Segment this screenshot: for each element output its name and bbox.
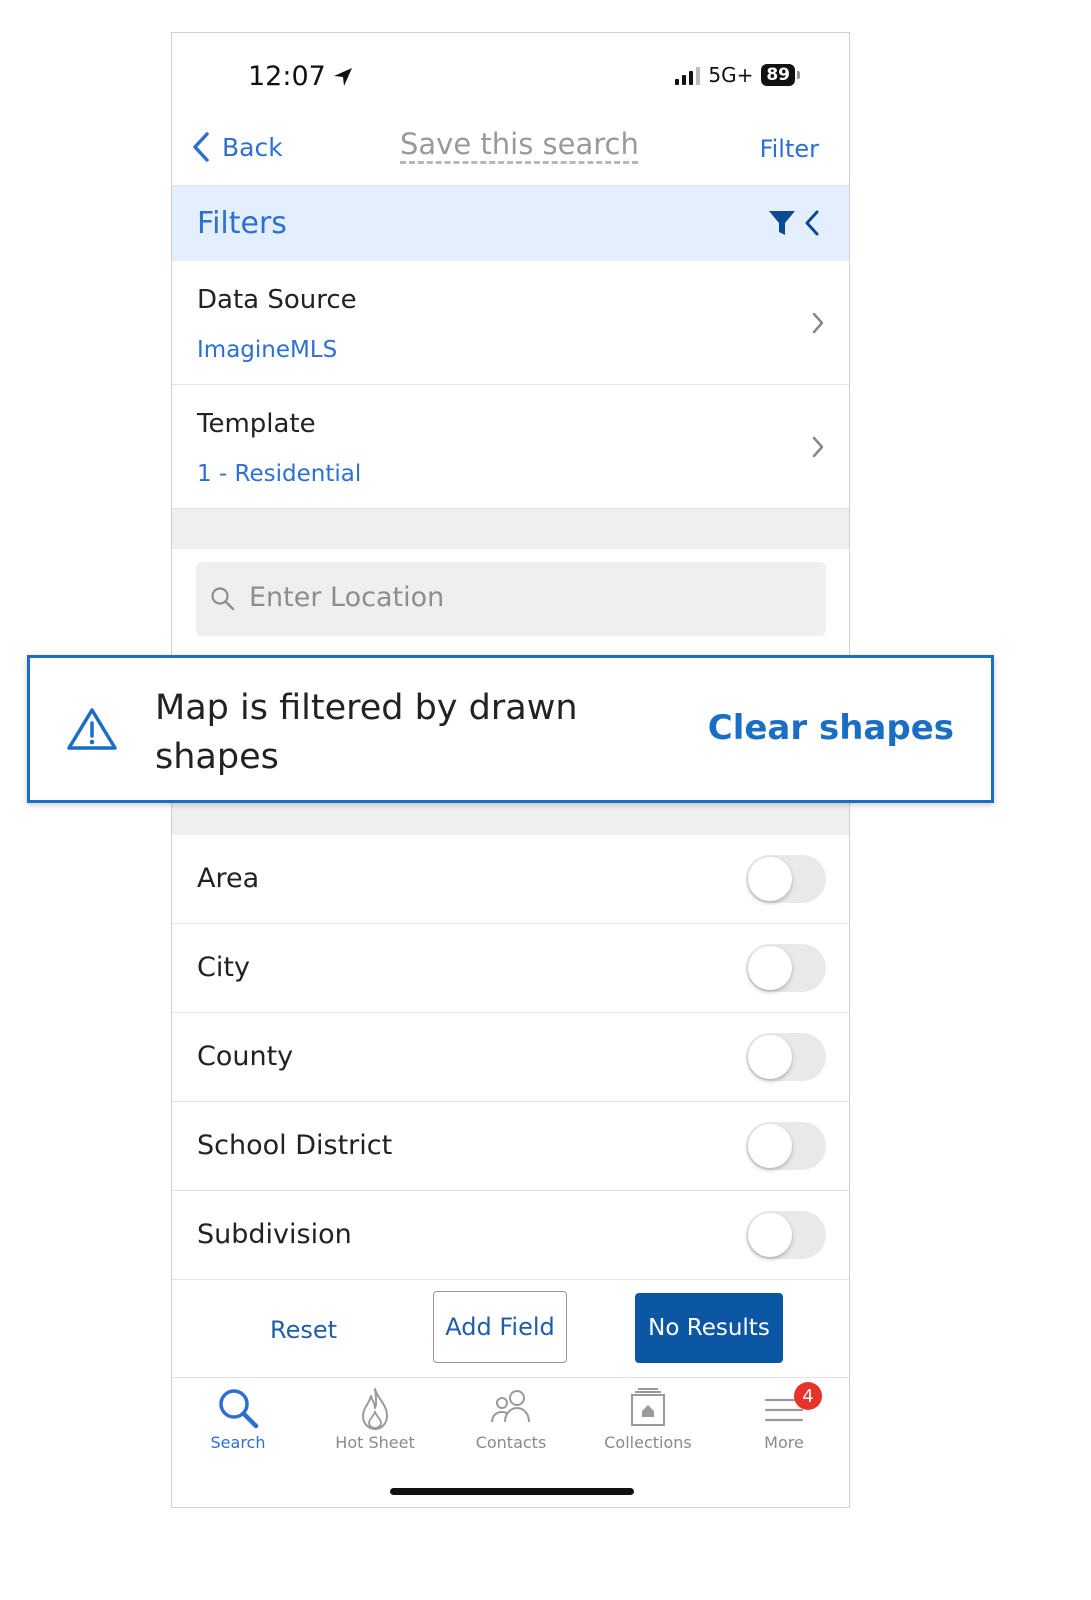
toggle-label: Subdivision	[197, 1219, 352, 1250]
template-value: 1 - Residential	[197, 461, 362, 487]
callout-message: Map is filtered by drawn shapes	[155, 688, 578, 777]
reset-button[interactable]: Reset	[270, 1316, 337, 1344]
template-label: Template	[197, 409, 316, 439]
add-field-button[interactable]: Add Field	[433, 1291, 567, 1363]
signal-icon	[675, 65, 701, 85]
section-divider	[172, 803, 849, 835]
subdivision-toggle[interactable]	[746, 1211, 826, 1259]
tab-search[interactable]: Search	[173, 1378, 303, 1468]
status-indicators: 5G+ 89	[675, 63, 800, 87]
results-label: No Results	[648, 1315, 770, 1341]
location-placeholder: Enter Location	[249, 582, 445, 613]
shape-filter-callout: Map is filtered by drawn shapes Clear sh…	[27, 655, 994, 803]
tab-label: More	[764, 1433, 804, 1452]
toggle-row-county: County	[172, 1013, 849, 1102]
contacts-icon	[491, 1390, 530, 1423]
filters-title: Filters	[197, 206, 287, 241]
tab-collections[interactable]: Collections	[583, 1378, 713, 1468]
data-source-value: ImagineMLS	[197, 337, 338, 363]
tab-label: Collections	[604, 1433, 692, 1452]
chevron-left-icon[interactable]	[803, 208, 821, 238]
chevron-right-icon	[812, 312, 824, 334]
county-toggle[interactable]	[746, 1033, 826, 1081]
location-arrow-icon	[333, 67, 352, 86]
status-time-text: 12:07	[248, 61, 326, 92]
tab-contacts[interactable]: Contacts	[446, 1378, 576, 1468]
search-icon	[211, 587, 235, 611]
tab-label: Search	[210, 1433, 266, 1452]
flame-icon	[362, 1388, 388, 1430]
tab-more[interactable]: 4 More	[719, 1378, 849, 1468]
location-search-input[interactable]: Enter Location	[196, 562, 826, 636]
save-search-link[interactable]: Save this search	[400, 127, 639, 161]
clear-shapes-button[interactable]: Clear shapes	[708, 708, 954, 748]
search-icon	[219, 1389, 259, 1429]
toggle-label: School District	[197, 1130, 393, 1161]
tab-label: Hot Sheet	[335, 1433, 415, 1452]
filter-button[interactable]: Filter	[760, 135, 819, 163]
battery-icon: 89	[761, 64, 800, 86]
school-district-toggle[interactable]	[746, 1122, 826, 1170]
network-label: 5G+	[708, 63, 754, 87]
funnel-icon	[769, 211, 795, 235]
chevron-left-icon	[193, 132, 209, 162]
home-indicator	[390, 1488, 634, 1495]
template-row[interactable]: Template 1 - Residential	[172, 385, 849, 509]
tab-hot-sheet[interactable]: Hot Sheet	[310, 1378, 440, 1468]
warning-icon	[67, 708, 117, 750]
data-source-label: Data Source	[197, 285, 357, 315]
toggle-label: County	[197, 1041, 294, 1072]
area-toggle[interactable]	[746, 855, 826, 903]
notification-badge: 4	[794, 1382, 822, 1410]
city-toggle[interactable]	[746, 944, 826, 992]
add-field-label: Add Field	[445, 1313, 555, 1341]
toggle-label: Area	[197, 863, 260, 894]
status-time: 12:07	[248, 61, 354, 92]
section-divider	[172, 509, 849, 549]
toggle-row-subdivision: Subdivision	[172, 1191, 849, 1280]
back-label: Back	[222, 132, 283, 162]
toggle-row-area: Area	[172, 835, 849, 924]
tab-label: Contacts	[475, 1433, 547, 1452]
results-button[interactable]: No Results	[635, 1293, 783, 1363]
filters-header[interactable]: Filters	[172, 185, 849, 262]
toggle-row-school-district: School District	[172, 1102, 849, 1191]
data-source-row[interactable]: Data Source ImagineMLS	[172, 261, 849, 385]
toggle-row-city: City	[172, 924, 849, 1013]
collections-icon	[631, 1388, 665, 1426]
back-button[interactable]: Back	[192, 131, 283, 163]
chevron-right-icon	[812, 436, 824, 458]
toggle-label: City	[197, 952, 250, 983]
